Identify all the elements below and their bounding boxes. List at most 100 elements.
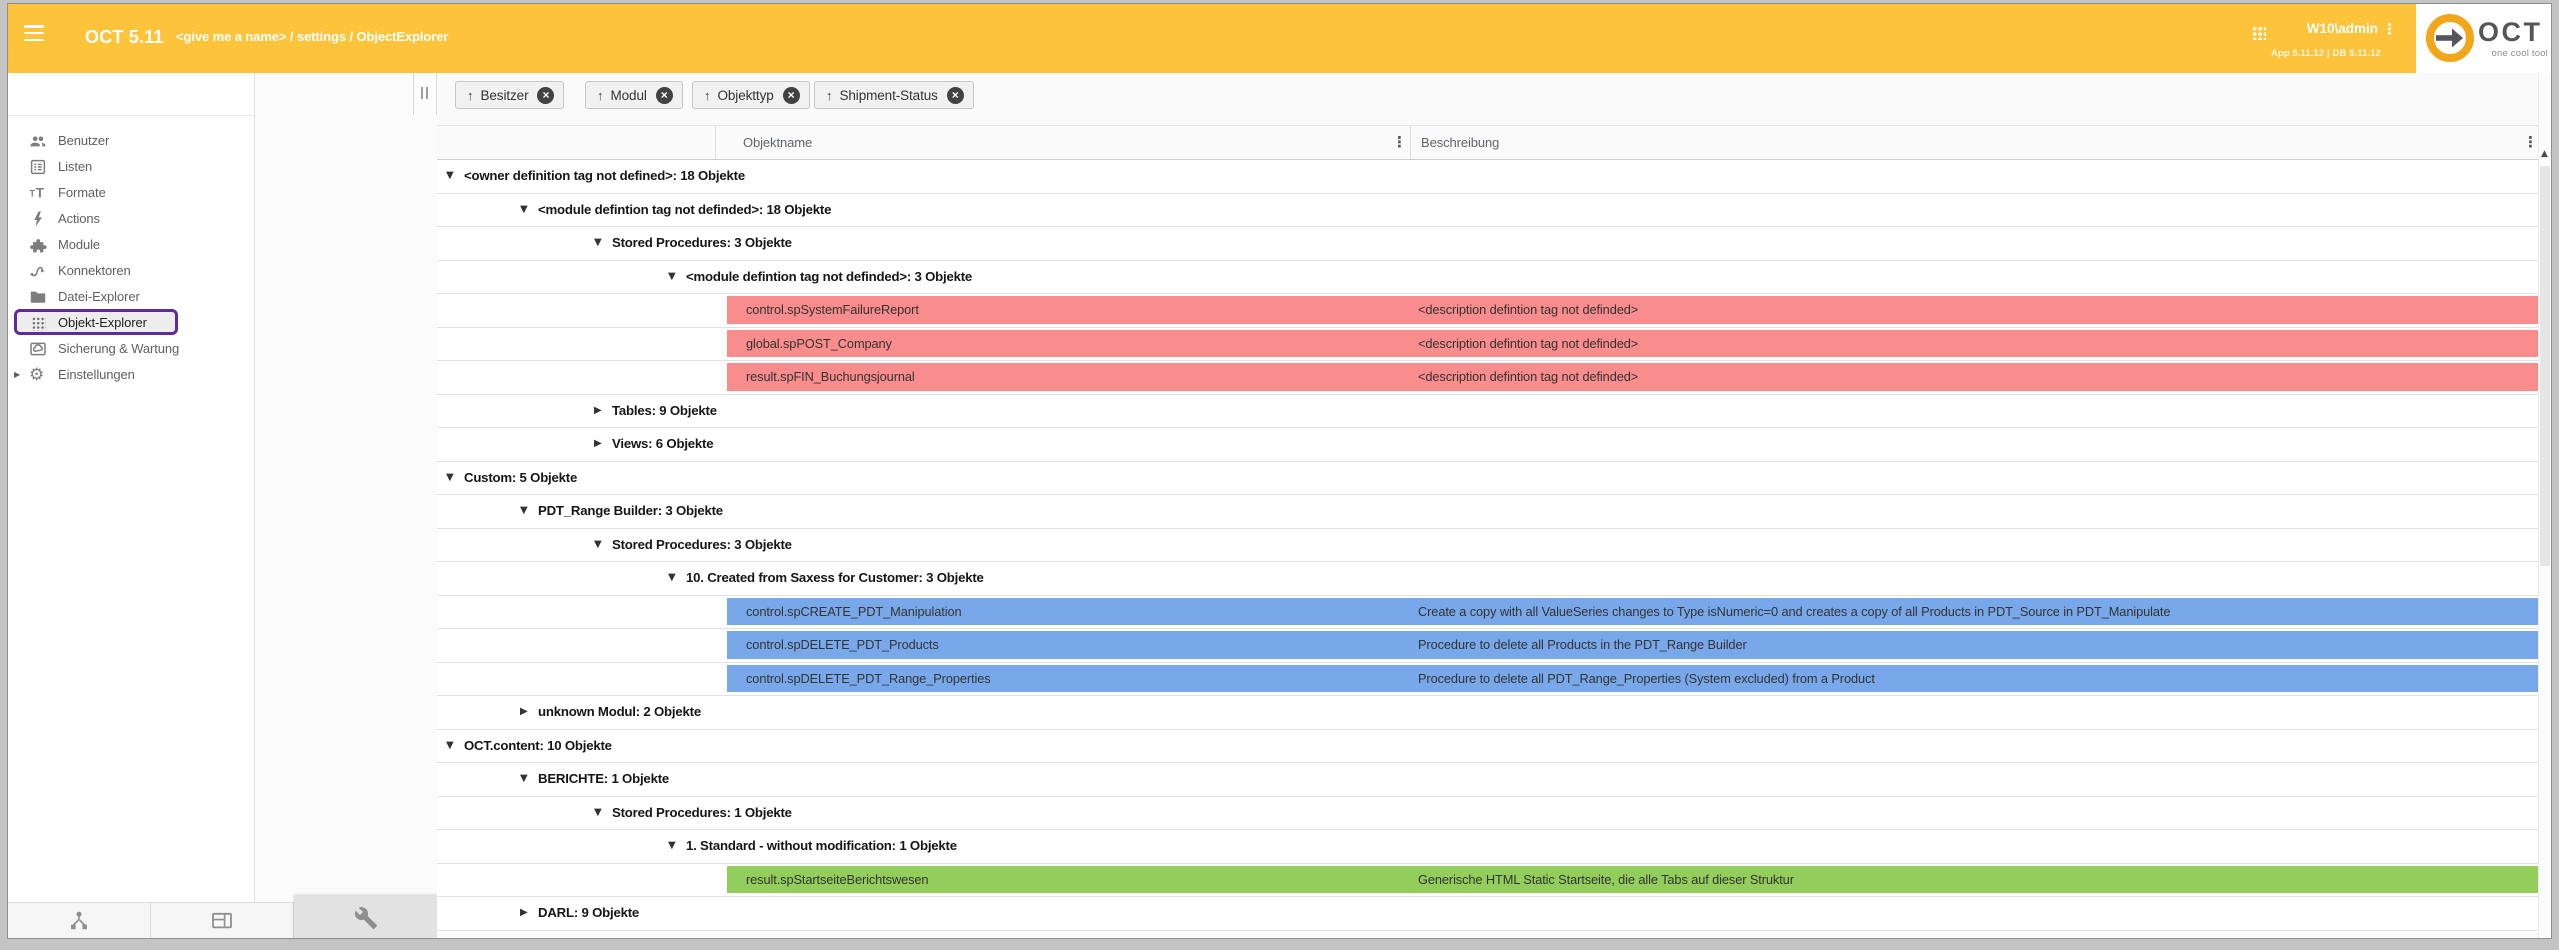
- sidebar-item-module[interactable]: Module: [8, 232, 254, 258]
- object-row-highlight[interactable]: control.spSystemFailureReport<descriptio…: [727, 296, 2538, 324]
- filter-chip-modul[interactable]: ↑ Modul ×: [585, 81, 683, 109]
- group-row[interactable]: ▼OCT.content: 10 Objekte: [437, 730, 2538, 764]
- remove-chip-icon[interactable]: ×: [947, 87, 964, 104]
- object-name: result.spStartseiteBerichtswesen: [746, 866, 928, 894]
- collapse-arrow-icon[interactable]: ▼: [446, 160, 454, 192]
- group-row[interactable]: ▼ Stored Procedures: 3 Objekte: [437, 227, 2538, 261]
- tools-view-tab[interactable]: [294, 896, 437, 938]
- filter-chip-besitzer[interactable]: ↑ Besitzer ×: [455, 81, 564, 109]
- data-row[interactable]: result.spFIN_Buchungsjournal<description…: [437, 361, 2538, 395]
- scroll-up-icon[interactable]: ▲: [2541, 149, 2548, 159]
- group-row[interactable]: ▼PDT_Range Builder: 3 Objekte: [437, 495, 2538, 529]
- collapse-arrow-icon[interactable]: ▼: [594, 529, 602, 561]
- data-row[interactable]: control.spSystemFailureReport<descriptio…: [437, 294, 2538, 328]
- hamburger-menu-icon[interactable]: [24, 25, 46, 51]
- group-row[interactable]: ▼Stored Procedures: 3 Objekte: [437, 529, 2538, 563]
- data-row[interactable]: control.spCREATE_PDT_ManipulationCreate …: [437, 596, 2538, 630]
- group-row[interactable]: ▼ Stored Procedures: 1 Objekte: [437, 797, 2538, 831]
- backup-icon: [29, 340, 47, 358]
- expand-caret-icon[interactable]: ▶: [14, 362, 20, 388]
- sidebar-item-einstellungen[interactable]: ▶ ⚙ Einstellungen: [8, 362, 254, 388]
- data-row[interactable]: control.spDELETE_PDT_Range_PropertiesPro…: [437, 663, 2538, 697]
- vertical-scrollbar[interactable]: ▲: [2538, 73, 2551, 938]
- remove-chip-icon[interactable]: ×: [656, 87, 673, 104]
- remove-chip-icon[interactable]: ×: [537, 87, 554, 104]
- data-row[interactable]: global.spPOST_Company<description defint…: [437, 328, 2538, 362]
- group-row[interactable]: ▼<module defintion tag not definded>: 18…: [437, 194, 2538, 228]
- group-row[interactable]: ▼1. Standard - without modification: 1 O…: [437, 830, 2538, 864]
- collapse-arrow-icon[interactable]: ▼: [594, 227, 602, 259]
- collapse-arrow-icon[interactable]: ▼: [668, 830, 676, 862]
- object-row-highlight[interactable]: result.spFIN_Buchungsjournal<description…: [727, 363, 2538, 391]
- sidebar-item-sicherung-wartung[interactable]: Sicherung & Wartung: [8, 336, 254, 362]
- expand-arrow-icon[interactable]: ▶: [594, 395, 602, 427]
- group-label: Stored Procedures: 1 Objekte: [612, 797, 792, 829]
- group-row[interactable]: ▼<owner definition tag not defined>: 18 …: [437, 160, 2538, 194]
- group-row[interactable]: ▼10. Created from Saxess for Customer: 3…: [437, 562, 2538, 596]
- sidebar-item-benutzer[interactable]: Benutzer: [8, 128, 254, 154]
- sidebar-item-label: Benutzer: [58, 128, 109, 154]
- app-title: OCT 5.11: [85, 4, 164, 73]
- data-row[interactable]: result.spStartseiteBerichtswesen Generisc…: [437, 864, 2538, 898]
- scrollbar-thumb[interactable]: [2540, 166, 2550, 566]
- column-menu-kebab-icon[interactable]: ⋮: [1392, 126, 1407, 159]
- collapse-arrow-icon[interactable]: ▼: [520, 194, 528, 226]
- collapse-arrow-icon[interactable]: ▼: [668, 261, 676, 293]
- sidebar-item-datei-explorer[interactable]: Datei-Explorer: [8, 284, 254, 310]
- collapse-arrow-icon[interactable]: ▼: [520, 495, 528, 527]
- object-row-highlight[interactable]: control.spDELETE_PDT_Range_PropertiesPro…: [727, 665, 2538, 693]
- sidebar-bottom-toolbar: [8, 902, 437, 938]
- object-description: Create a copy with all ValueSeries chang…: [1418, 598, 2170, 626]
- collapse-arrow-icon[interactable]: ▼: [446, 730, 454, 762]
- collapse-arrow-icon[interactable]: ▼: [520, 763, 528, 795]
- group-row[interactable]: ▼<module defintion tag not definded>: 3 …: [437, 261, 2538, 295]
- group-label: unknown Modul: 2 Objekte: [538, 696, 701, 728]
- column-header-beschreibung[interactable]: Beschreibung: [1421, 126, 1499, 159]
- sidebar-item-label: Listen: [58, 154, 92, 180]
- group-row[interactable]: ▶ unknown Modul: 2 Objekte: [437, 696, 2538, 730]
- layout-view-tab[interactable]: [151, 903, 294, 938]
- user-label: W10\admin: [2278, 21, 2378, 36]
- object-row-highlight[interactable]: result.spStartseiteBerichtswesen Generisc…: [727, 866, 2538, 894]
- filter-chip-objekttyp[interactable]: ↑ Objekttyp ×: [692, 81, 810, 109]
- sort-asc-icon: ↑: [467, 88, 474, 103]
- collapse-arrow-icon[interactable]: ▼: [668, 562, 676, 594]
- groupby-chip-bar: ↑ Besitzer × ↑ Modul × ↑ Objekttyp × ↑ S…: [437, 73, 2538, 125]
- collapse-arrow-icon[interactable]: ▼: [594, 797, 602, 829]
- group-row[interactable]: ▶ DARL: 9 Objekte: [437, 897, 2538, 931]
- sidebar-item-actions[interactable]: Actions: [8, 206, 254, 232]
- sidebar-item-konnektoren[interactable]: Konnektoren: [8, 258, 254, 284]
- wrench-icon: [354, 906, 378, 930]
- object-description: Generische HTML Static Startseite, die a…: [1418, 866, 1794, 894]
- group-row[interactable]: ▶Tables: 9 Objekte: [437, 395, 2538, 429]
- group-row[interactable]: ▼BERICHTE: 1 Objekte: [437, 763, 2538, 797]
- column-header-objektname[interactable]: Objektname: [743, 126, 812, 159]
- sidebar-item-listen[interactable]: Listen: [8, 154, 254, 180]
- hierarchy-view-tab[interactable]: [8, 903, 151, 938]
- group-row[interactable]: ▶Views: 6 Objekte: [437, 428, 2538, 462]
- data-row[interactable]: control.spDELETE_PDT_ProductsProcedure t…: [437, 629, 2538, 663]
- object-row-highlight[interactable]: control.spDELETE_PDT_ProductsProcedure t…: [727, 631, 2538, 659]
- collapse-arrow-icon[interactable]: ▼: [446, 462, 454, 494]
- apps-grid-icon[interactable]: [2251, 25, 2266, 40]
- grid-dots-icon: [29, 314, 47, 332]
- group-label: DARL: 9 Objekte: [538, 897, 639, 929]
- object-row-highlight[interactable]: global.spPOST_Company<description defint…: [727, 330, 2538, 358]
- splitter-grip-icon[interactable]: [421, 87, 428, 99]
- sidebar-item-formate[interactable]: TT Formate: [8, 180, 254, 206]
- remove-chip-icon[interactable]: ×: [783, 87, 800, 104]
- user-menu-kebab-icon[interactable]: ⋮: [2382, 20, 2397, 38]
- group-row[interactable]: ▼Custom: 5 Objekte: [437, 462, 2538, 496]
- folder-icon: [29, 288, 47, 306]
- expand-arrow-icon[interactable]: ▶: [520, 897, 528, 929]
- filter-chip-shipment-status[interactable]: ↑ Shipment-Status ×: [814, 81, 974, 109]
- group-label: Stored Procedures: 3 Objekte: [612, 227, 792, 259]
- breadcrumb: <give me a name> / settings / ObjectExpl…: [176, 4, 448, 73]
- sidebar-item-objekt-explorer[interactable]: Objekt-Explorer: [8, 310, 254, 336]
- panel-splitter[interactable]: [413, 73, 437, 115]
- expand-arrow-icon[interactable]: ▶: [520, 696, 528, 728]
- sidebar-item-label: Einstellungen: [58, 362, 135, 388]
- expand-arrow-icon[interactable]: ▶: [594, 428, 602, 460]
- object-row-highlight[interactable]: control.spCREATE_PDT_ManipulationCreate …: [727, 598, 2538, 626]
- column-menu-kebab-icon[interactable]: ⋮: [2523, 126, 2538, 159]
